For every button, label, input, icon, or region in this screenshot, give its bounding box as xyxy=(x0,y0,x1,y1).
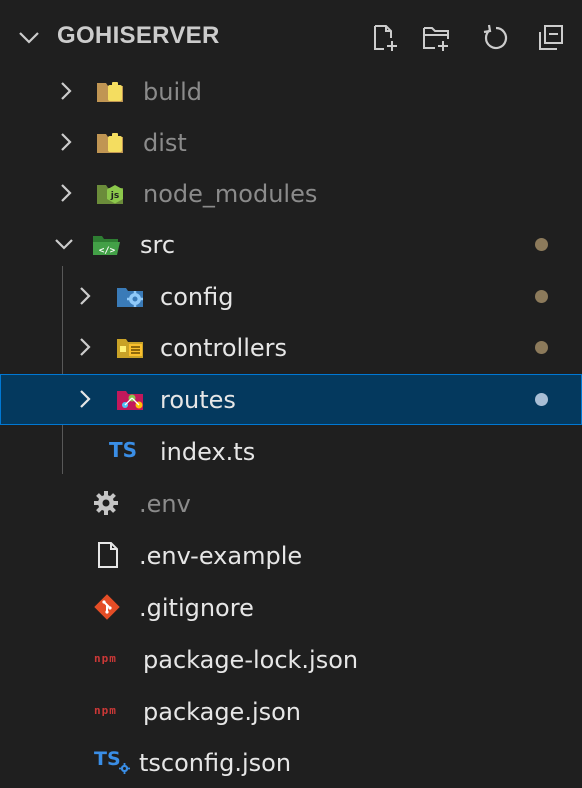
tree-item-dist[interactable]: dist xyxy=(0,117,582,168)
chevron-right-icon xyxy=(80,287,91,305)
tree-item-env-example[interactable]: .env-example xyxy=(0,530,582,581)
tree-item-label: .env-example xyxy=(139,542,303,570)
tree-item-label: .gitignore xyxy=(139,594,254,622)
chevron-down-icon[interactable] xyxy=(14,22,44,52)
new-file-icon xyxy=(374,25,397,51)
tree-item-package-lock-json[interactable]: npm package-lock.json xyxy=(0,634,582,685)
file-icon xyxy=(98,542,118,568)
config-folder-icon xyxy=(117,288,143,307)
refresh-button[interactable] xyxy=(478,20,514,56)
dist-folder-icon xyxy=(97,133,123,153)
chevron-right-icon xyxy=(61,184,72,202)
tree-item-label: controllers xyxy=(160,334,287,362)
tree-item-label: dist xyxy=(143,129,187,157)
gear-icon xyxy=(94,491,118,515)
tree-item-node-modules[interactable]: js node_modules xyxy=(0,168,582,219)
tree-item-label: package-lock.json xyxy=(143,646,359,674)
tree-item-label: package.json xyxy=(143,698,302,726)
typescript-icon: TS xyxy=(94,748,121,770)
chevron-right-icon xyxy=(80,338,91,356)
tree-item-build[interactable]: build xyxy=(0,66,582,117)
tree-item-gitignore[interactable]: .gitignore xyxy=(0,582,582,633)
chevron-down-icon xyxy=(55,239,73,250)
collapse-all-icon xyxy=(539,25,563,50)
modified-indicator xyxy=(535,238,548,251)
svg-text:js: js xyxy=(110,191,119,201)
tree-item-src[interactable]: </> src xyxy=(0,219,582,270)
npm-icon: npm xyxy=(94,704,117,717)
tree-item-label: routes xyxy=(160,386,236,414)
npm-icon: npm xyxy=(94,652,117,665)
chevron-right-icon xyxy=(80,390,91,408)
git-icon xyxy=(94,594,120,620)
tree-item-label: tsconfig.json xyxy=(139,749,292,777)
new-file-button[interactable] xyxy=(367,20,403,56)
refresh-icon xyxy=(483,24,508,50)
explorer-panel: GOHISERVER build dist js node_modules </… xyxy=(0,0,582,781)
build-folder-icon xyxy=(97,82,123,102)
new-folder-icon xyxy=(423,27,449,51)
tree-item-label: src xyxy=(140,231,176,259)
src-folder-open-icon: </> xyxy=(93,236,120,256)
chevron-right-icon xyxy=(61,82,72,100)
collapse-all-button[interactable] xyxy=(533,20,569,56)
tree-item-label: build xyxy=(143,78,203,106)
tree-item-tsconfig-json[interactable]: TS tsconfig.json xyxy=(0,737,582,788)
tree-item-config[interactable]: config xyxy=(0,271,582,322)
svg-text:</>: </> xyxy=(99,246,116,256)
chevron-right-icon xyxy=(61,133,72,151)
modified-indicator xyxy=(535,393,548,406)
node-modules-folder-icon: js xyxy=(97,185,123,204)
tree-item-label: .env xyxy=(139,490,191,518)
tree-item-label: config xyxy=(160,283,234,311)
modified-indicator xyxy=(535,341,548,354)
typescript-icon: TS xyxy=(109,438,138,462)
modified-indicator xyxy=(535,290,548,303)
tree-item-label: node_modules xyxy=(143,180,318,208)
new-folder-button[interactable] xyxy=(418,20,454,56)
tree-item-routes[interactable]: routes xyxy=(0,374,582,425)
tree-item-package-json[interactable]: npm package.json xyxy=(0,686,582,737)
tree-item-controllers[interactable]: controllers xyxy=(0,322,582,373)
tree-item-index-ts[interactable]: TS index.ts xyxy=(0,426,582,477)
controllers-folder-icon xyxy=(117,339,143,358)
explorer-header[interactable]: GOHISERVER xyxy=(0,0,582,76)
tree-item-env[interactable]: .env xyxy=(0,478,582,529)
tree-item-label: index.ts xyxy=(160,438,256,466)
routes-folder-icon xyxy=(117,391,143,410)
workspace-title: GOHISERVER xyxy=(57,22,220,49)
gear-icon xyxy=(119,763,130,774)
